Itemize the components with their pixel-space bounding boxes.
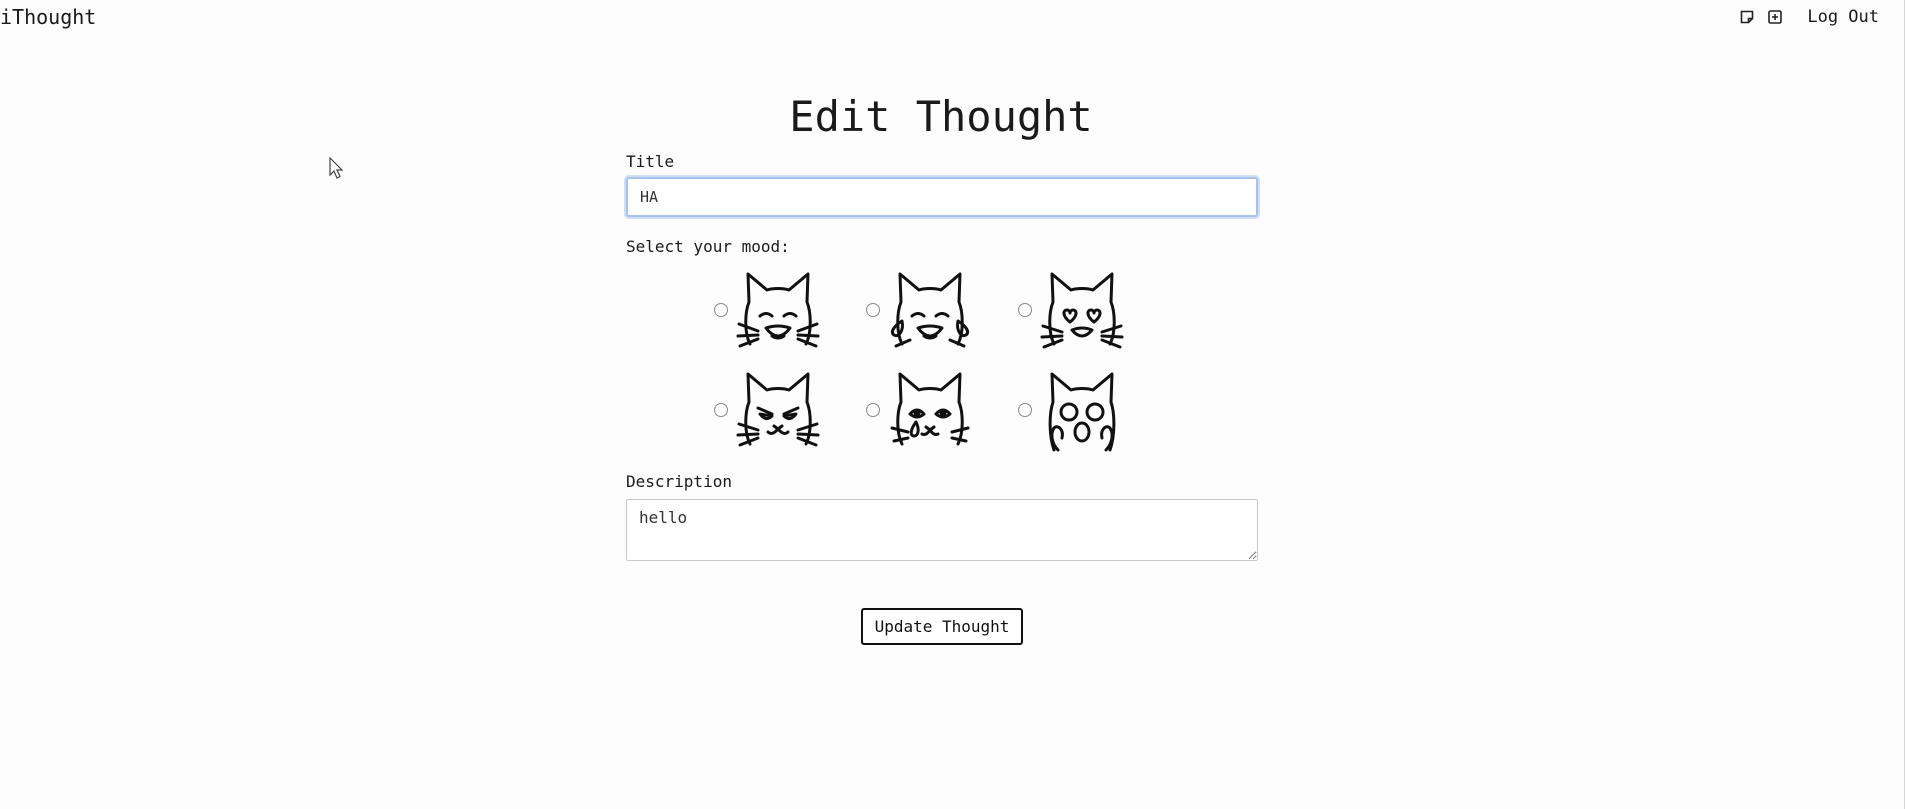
mood-option-laughing[interactable] bbox=[714, 266, 866, 354]
mood-radio[interactable] bbox=[714, 303, 728, 317]
cat-tears-of-joy-icon bbox=[890, 272, 970, 348]
cat-angry-icon bbox=[736, 372, 820, 447]
add-thought-icon[interactable] bbox=[1767, 9, 1783, 25]
page-title: Edit Thought bbox=[789, 92, 1093, 141]
mood-option-angry[interactable] bbox=[714, 366, 866, 454]
top-nav: Log Out bbox=[1739, 7, 1879, 27]
mouse-cursor-icon bbox=[329, 156, 344, 183]
mood-option-tears-of-joy[interactable] bbox=[866, 266, 1018, 354]
mood-radio[interactable] bbox=[714, 403, 728, 417]
mood-radio[interactable] bbox=[1018, 403, 1032, 417]
logout-link[interactable]: Log Out bbox=[1807, 7, 1879, 27]
title-label: Title bbox=[626, 152, 675, 171]
submit-row: Update Thought bbox=[626, 608, 1258, 645]
mood-option-shocked[interactable] bbox=[1018, 366, 1170, 454]
mood-radio[interactable] bbox=[866, 303, 880, 317]
edit-thought-form: Title Select your mood: bbox=[626, 152, 1258, 645]
cat-crying-icon bbox=[890, 372, 970, 446]
cat-shocked-icon bbox=[1048, 372, 1116, 452]
mood-radio[interactable] bbox=[866, 403, 880, 417]
update-thought-button[interactable]: Update Thought bbox=[860, 608, 1024, 645]
mood-label: Select your mood: bbox=[626, 237, 790, 256]
mood-option-heart-eyes[interactable] bbox=[1018, 266, 1170, 354]
mood-selector bbox=[626, 266, 1258, 454]
mood-option-crying[interactable] bbox=[866, 366, 1018, 454]
cat-heart-eyes-icon bbox=[1040, 272, 1124, 349]
cat-laughing-icon bbox=[736, 272, 820, 348]
description-textarea[interactable]: hello bbox=[626, 499, 1258, 561]
notes-icon[interactable] bbox=[1739, 9, 1755, 25]
app-logo-text[interactable]: iThought bbox=[0, 5, 96, 29]
mood-radio[interactable] bbox=[1018, 303, 1032, 317]
title-input[interactable] bbox=[626, 177, 1258, 217]
description-label: Description bbox=[626, 472, 732, 491]
